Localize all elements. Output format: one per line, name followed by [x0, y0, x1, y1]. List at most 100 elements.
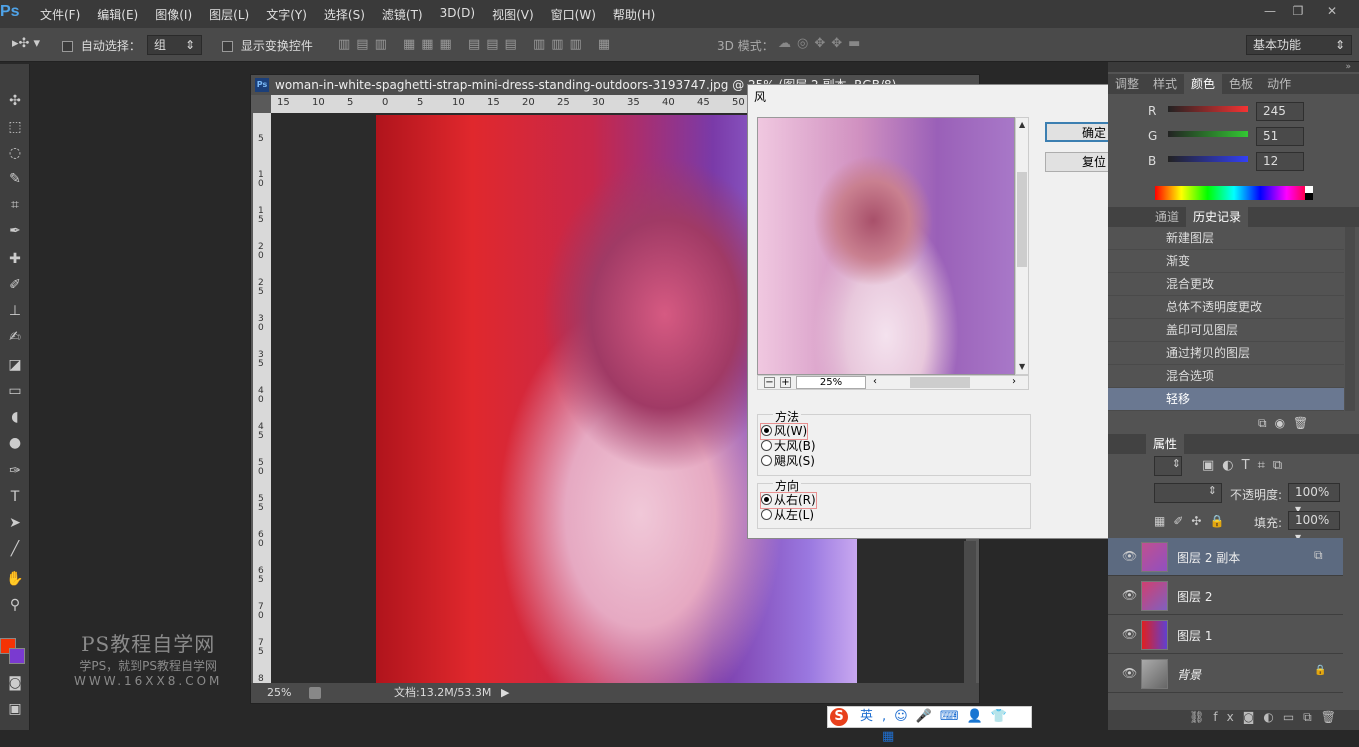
quick-mask-icon[interactable]: ◙: [3, 672, 27, 694]
filter-kind-dropdown[interactable]: ⇕: [1154, 456, 1182, 476]
marquee-tool-icon[interactable]: ⬚: [3, 116, 27, 138]
dodge-tool-icon[interactable]: ●: [3, 432, 27, 454]
pen-tool-icon[interactable]: ✑: [3, 460, 27, 482]
method-radio-row[interactable]: 风(W): [759, 423, 809, 440]
channel-value-field[interactable]: 51: [1256, 127, 1304, 146]
history-item[interactable]: 通过拷贝的图层: [1108, 342, 1344, 365]
properties-tab[interactable]: 属性: [1146, 434, 1185, 454]
vertical-scrollbar[interactable]: [964, 541, 976, 685]
menu-item-0[interactable]: 文件(F): [40, 6, 80, 23]
healing-brush-icon[interactable]: ✚: [3, 248, 27, 270]
zoom-tool-icon[interactable]: ⚲: [3, 594, 27, 616]
background-color-swatch[interactable]: [9, 648, 25, 664]
eye-icon[interactable]: 👁: [1122, 627, 1137, 641]
share-icon[interactable]: [309, 687, 321, 699]
method-radio[interactable]: [761, 425, 772, 436]
layers-bottom-icons[interactable]: ⛓fx◙◐▭⧉🗑: [1108, 710, 1359, 730]
zoom-in-icon[interactable]: +: [780, 377, 791, 388]
minimize-icon[interactable]: —: [1256, 2, 1284, 20]
move-tool-icon[interactable]: ▸✣ ▾: [12, 36, 40, 51]
history-brush-icon[interactable]: ✍: [3, 326, 27, 348]
history-tab-1[interactable]: 历史记录: [1186, 207, 1249, 227]
collapse-panels-icon[interactable]: »: [1108, 62, 1359, 72]
preview-zoom-field[interactable]: 25%: [796, 376, 866, 389]
opacity-field[interactable]: 100% ▾: [1288, 483, 1340, 516]
direction-radio-row[interactable]: 从右(R): [760, 492, 817, 509]
menu-item-9[interactable]: 窗口(W): [551, 6, 596, 23]
ime-toolbar[interactable]: S 英 ,☺🎤⌨👤👕▦: [827, 706, 1032, 744]
screen-mode-icon[interactable]: ▣: [3, 698, 27, 720]
color-tab-0[interactable]: 调整: [1108, 74, 1146, 94]
channel-slider[interactable]: [1168, 156, 1248, 162]
fill-field[interactable]: 100% ▾: [1288, 511, 1340, 544]
align-icons[interactable]: ▥▤▥ ▦▦▦ ▤▤▤ ▥▥▥ ▦: [338, 37, 616, 52]
history-item[interactable]: 新建图层: [1108, 227, 1344, 250]
type-tool-icon[interactable]: T: [3, 486, 27, 508]
show-transform-option[interactable]: 显示变换控件: [222, 37, 313, 54]
history-item[interactable]: 渐变: [1108, 250, 1344, 273]
method-radio[interactable]: [761, 455, 772, 466]
history-item[interactable]: 混合选项: [1108, 365, 1344, 388]
channel-value-field[interactable]: 12: [1256, 152, 1304, 171]
eye-icon[interactable]: 👁: [1122, 588, 1137, 602]
hand-tool-icon[interactable]: ✋: [3, 568, 27, 590]
menu-item-8[interactable]: 视图(V): [492, 6, 534, 23]
path-select-icon[interactable]: ➤: [3, 512, 27, 534]
scroll-down-icon[interactable]: ▼: [1019, 362, 1025, 371]
stamp-tool-icon[interactable]: ⊥: [3, 300, 27, 322]
auto-select-option[interactable]: 自动选择：: [62, 37, 141, 54]
layer-row[interactable]: 👁 背景 🔒: [1108, 655, 1343, 693]
eraser-tool-icon[interactable]: ◪: [3, 354, 27, 376]
channel-value-field[interactable]: 245: [1256, 102, 1304, 121]
method-radio-row[interactable]: 飓风(S): [761, 454, 816, 469]
menu-item-4[interactable]: 文字(Y): [266, 6, 307, 23]
history-scrollbar[interactable]: [1345, 227, 1355, 411]
color-tab-4[interactable]: 动作: [1260, 74, 1298, 94]
history-bottom-icons[interactable]: ⧉◉🗑: [1258, 416, 1316, 431]
method-radio[interactable]: [761, 440, 772, 451]
menu-item-2[interactable]: 图像(I): [155, 6, 192, 23]
direction-radio-row[interactable]: 从左(L): [761, 508, 816, 523]
menu-item-6[interactable]: 滤镜(T): [382, 6, 423, 23]
show-transform-checkbox[interactable]: [222, 41, 233, 52]
menu-item-1[interactable]: 编辑(E): [97, 6, 138, 23]
history-item[interactable]: 混合更改: [1108, 273, 1344, 296]
quick-select-icon[interactable]: ✎: [3, 168, 27, 190]
scroll-up-icon[interactable]: ▲: [1019, 120, 1025, 129]
auto-select-checkbox[interactable]: [62, 41, 73, 52]
history-item[interactable]: 轻移: [1108, 388, 1344, 411]
3d-tool-icons[interactable]: ☁◎✥✥▬: [778, 36, 866, 51]
channel-slider[interactable]: [1168, 106, 1248, 112]
hscroll-left-icon[interactable]: ‹: [873, 376, 877, 387]
restore-icon[interactable]: ❐: [1284, 2, 1312, 20]
history-item[interactable]: 总体不透明度更改: [1108, 296, 1344, 319]
sogou-icon[interactable]: S: [830, 708, 848, 726]
preview-vscroll[interactable]: ▲ ▼: [1015, 117, 1029, 375]
blend-mode-dropdown[interactable]: ⇕: [1154, 483, 1222, 503]
line-tool-icon[interactable]: ╱: [3, 538, 27, 560]
blur-tool-icon[interactable]: ◖: [3, 406, 27, 428]
color-tab-1[interactable]: 样式: [1146, 74, 1184, 94]
method-radio-row[interactable]: 大风(B): [761, 439, 816, 454]
color-spectrum[interactable]: [1155, 186, 1313, 200]
close-icon[interactable]: ✕: [1318, 2, 1346, 20]
layer-row[interactable]: 👁 图层 2: [1108, 577, 1343, 615]
zoom-level[interactable]: 25%: [267, 683, 291, 703]
layer-row[interactable]: 👁 图层 1: [1108, 616, 1343, 654]
eyedropper-icon[interactable]: ✒: [3, 220, 27, 242]
gradient-tool-icon[interactable]: ▭: [3, 380, 27, 402]
color-tab-3[interactable]: 色板: [1222, 74, 1260, 94]
hscroll-right-icon[interactable]: ›: [1012, 376, 1016, 387]
zoom-out-icon[interactable]: −: [764, 377, 775, 388]
direction-radio[interactable]: [761, 509, 772, 520]
menu-item-3[interactable]: 图层(L): [209, 6, 249, 23]
spectrum-bw[interactable]: [1305, 186, 1313, 200]
eye-icon[interactable]: 👁: [1122, 549, 1137, 563]
layer-filter-icons[interactable]: ▣◐T⌗⧉: [1202, 458, 1290, 473]
hscroll-thumb[interactable]: [910, 377, 970, 388]
direction-radio[interactable]: [761, 494, 772, 505]
history-tab-0[interactable]: 通道: [1148, 207, 1186, 227]
eye-icon[interactable]: 👁: [1122, 666, 1137, 680]
layer-row[interactable]: 👁 图层 2 副本 ⧉: [1108, 538, 1343, 576]
lock-icons[interactable]: ▦✐✣🔒: [1154, 514, 1232, 528]
